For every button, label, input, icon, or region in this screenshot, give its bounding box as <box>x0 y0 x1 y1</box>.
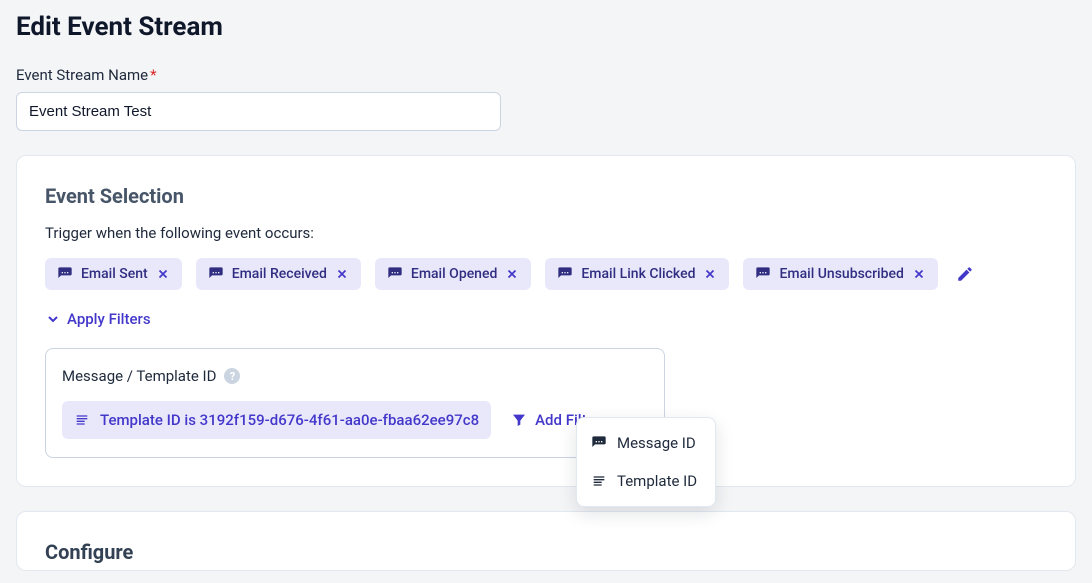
dropdown-item-template-id[interactable]: Template ID <box>577 462 715 500</box>
event-chip-row: Email Sent Email Received Email Opened <box>45 258 1047 290</box>
event-selection-card: Event Selection Trigger when the followi… <box>16 155 1076 487</box>
message-icon <box>557 266 573 282</box>
name-label-text: Event Stream Name <box>16 66 148 84</box>
edit-events-button[interactable] <box>952 261 978 287</box>
filter-label: Message / Template ID <box>62 367 216 385</box>
trigger-text: Trigger when the following event occurs: <box>45 224 1047 242</box>
close-icon[interactable] <box>703 267 717 281</box>
close-icon[interactable] <box>912 267 926 281</box>
help-icon[interactable]: ? <box>224 368 240 384</box>
filter-box: Message / Template ID ? Template ID is 3… <box>45 348 665 458</box>
dropdown-item-label: Message ID <box>617 434 696 452</box>
lines-icon <box>74 412 90 428</box>
message-icon <box>57 266 73 282</box>
event-chip-email-opened[interactable]: Email Opened <box>375 258 531 290</box>
configure-title: Configure <box>45 540 1047 564</box>
chip-label: Email Received <box>232 266 327 282</box>
message-icon <box>208 266 224 282</box>
chip-label: Email Opened <box>411 266 497 282</box>
event-chip-email-received[interactable]: Email Received <box>196 258 361 290</box>
template-id-filter-pill[interactable]: Template ID is 3192f159-d676-4f61-aa0e-f… <box>62 401 491 439</box>
lines-icon <box>591 473 607 489</box>
event-stream-name-input[interactable] <box>16 92 501 131</box>
page-title: Edit Event Stream <box>16 12 1076 42</box>
add-filter-dropdown: Message ID Template ID <box>576 417 716 507</box>
dropdown-item-message-id[interactable]: Message ID <box>577 424 715 462</box>
message-icon <box>755 266 771 282</box>
message-icon <box>591 435 607 451</box>
filter-icon <box>511 412 527 428</box>
event-selection-title: Event Selection <box>45 184 1047 208</box>
apply-filters-label: Apply Filters <box>67 310 151 328</box>
event-chip-email-link-clicked[interactable]: Email Link Clicked <box>545 258 729 290</box>
chip-label: Email Link Clicked <box>581 266 695 282</box>
event-chip-email-unsubscribed[interactable]: Email Unsubscribed <box>743 258 937 290</box>
chevron-down-icon <box>45 311 61 327</box>
event-chip-email-sent[interactable]: Email Sent <box>45 258 182 290</box>
filter-label-row: Message / Template ID ? <box>62 367 648 385</box>
dropdown-item-label: Template ID <box>617 472 697 490</box>
close-icon[interactable] <box>156 267 170 281</box>
required-asterisk: * <box>150 66 156 84</box>
apply-filters-toggle[interactable]: Apply Filters <box>45 310 151 328</box>
close-icon[interactable] <box>335 267 349 281</box>
close-icon[interactable] <box>505 267 519 281</box>
chip-label: Email Sent <box>81 266 148 282</box>
message-icon <box>387 266 403 282</box>
name-label: Event Stream Name* <box>16 66 1076 84</box>
filter-content-row: Template ID is 3192f159-d676-4f61-aa0e-f… <box>62 401 648 439</box>
chip-label: Email Unsubscribed <box>779 266 903 282</box>
configure-card: Configure <box>16 511 1076 571</box>
template-pill-text: Template ID is 3192f159-d676-4f61-aa0e-f… <box>100 411 479 429</box>
